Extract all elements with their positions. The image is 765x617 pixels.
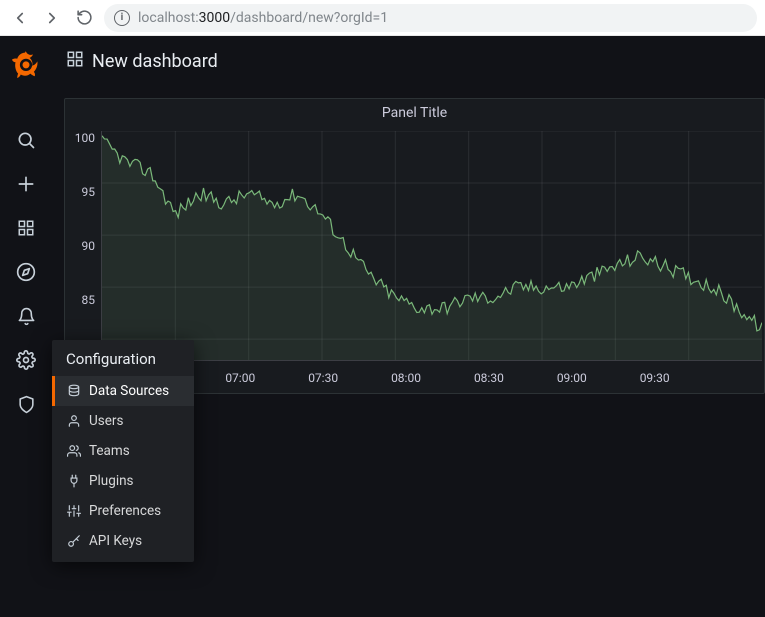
search-icon[interactable] (0, 118, 52, 162)
create-icon[interactable] (0, 162, 52, 206)
browser-address-bar[interactable]: i localhost:3000/dashboard/new?orgId=1 (104, 4, 757, 32)
flyout-item-api-keys[interactable]: API Keys (52, 526, 194, 556)
flyout-item-label: Plugins (89, 473, 134, 489)
chart-plot (101, 131, 762, 361)
dashboards-icon[interactable] (0, 206, 52, 250)
y-axis: 10095908580 (71, 131, 101, 361)
app-sidebar (0, 36, 52, 617)
browser-forward-button[interactable] (40, 6, 64, 30)
page-title: New dashboard (92, 51, 218, 72)
browser-toolbar: i localhost:3000/dashboard/new?orgId=1 (0, 0, 765, 36)
dashboard-grid-icon (66, 50, 84, 73)
site-info-icon[interactable]: i (114, 10, 130, 26)
database-icon (66, 384, 81, 399)
explore-icon[interactable] (0, 250, 52, 294)
flyout-item-plugins[interactable]: Plugins (52, 466, 194, 496)
page-header: New dashboard (52, 36, 765, 86)
alerting-icon[interactable] (0, 294, 52, 338)
flyout-item-label: Data Sources (89, 383, 169, 399)
url-text: localhost:3000/dashboard/new?orgId=1 (138, 10, 388, 26)
key-icon (66, 534, 81, 549)
server-admin-icon[interactable] (0, 382, 52, 426)
configuration-flyout: Configuration Data Sources Users Teams P… (52, 340, 194, 562)
panel-title: Panel Title (65, 105, 764, 127)
users-icon (66, 444, 81, 459)
flyout-item-label: Teams (89, 443, 130, 459)
flyout-item-label: Preferences (89, 503, 161, 519)
flyout-item-users[interactable]: Users (52, 406, 194, 436)
grafana-logo-icon[interactable] (12, 50, 40, 78)
browser-reload-button[interactable] (72, 6, 96, 30)
flyout-title: Configuration (52, 340, 194, 376)
flyout-item-data-sources[interactable]: Data Sources (52, 376, 194, 406)
user-icon (66, 414, 81, 429)
flyout-item-label: API Keys (89, 533, 142, 549)
sliders-icon (66, 504, 81, 519)
flyout-item-teams[interactable]: Teams (52, 436, 194, 466)
flyout-item-preferences[interactable]: Preferences (52, 496, 194, 526)
configuration-icon[interactable] (0, 338, 52, 382)
flyout-item-label: Users (89, 413, 123, 429)
browser-back-button[interactable] (8, 6, 32, 30)
plug-icon (66, 474, 81, 489)
